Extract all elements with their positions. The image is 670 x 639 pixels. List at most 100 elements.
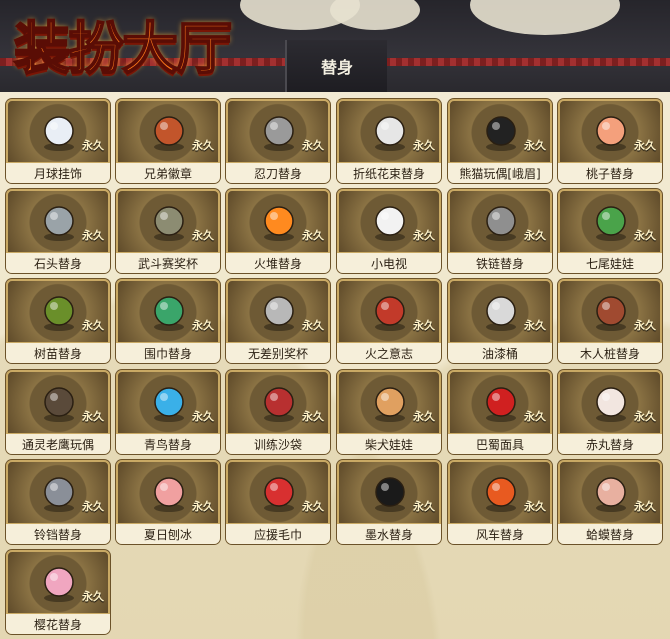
- item-card[interactable]: 永久熊猫玩偶[峨眉]: [448, 99, 552, 183]
- item-card[interactable]: 永久柴犬娃娃: [337, 370, 441, 454]
- item-name: 柴犬娃娃: [337, 433, 441, 454]
- campfire-icon: [264, 206, 294, 241]
- item-name: 熊猫玩偶[峨眉]: [448, 162, 552, 183]
- item-name: 风车替身: [448, 523, 552, 544]
- shiba-doll-icon: [375, 387, 405, 422]
- permanent-badge: 永久: [413, 139, 435, 152]
- permanent-badge: 永久: [82, 229, 104, 242]
- item-name: 折纸花束替身: [337, 162, 441, 183]
- item-card[interactable]: 永久忍刀替身: [226, 99, 330, 183]
- item-name: 蛤蟆替身: [558, 523, 662, 544]
- item-name: 墨水替身: [337, 523, 441, 544]
- paper-bouquet-icon: [375, 116, 405, 151]
- summon-eagle-icon: [44, 387, 74, 422]
- item-card[interactable]: 永久兄弟徽章: [116, 99, 220, 183]
- item-card[interactable]: 永久 月球挂饰: [6, 99, 110, 183]
- item-name: 樱花替身: [6, 613, 110, 634]
- permanent-badge: 永久: [192, 319, 214, 332]
- permanent-badge: 永久: [192, 500, 214, 513]
- item-card[interactable]: 永久 树苗替身: [6, 279, 110, 363]
- item-card[interactable]: 永久 火堆替身: [226, 189, 330, 273]
- akamaru-icon: [596, 387, 626, 422]
- permanent-badge: 永久: [524, 229, 546, 242]
- blue-bird-icon: [154, 387, 184, 422]
- item-card[interactable]: 永久樱花替身: [6, 550, 110, 634]
- item-card[interactable]: 永久 七尾娃娃: [558, 189, 662, 273]
- item-card[interactable]: 永久 油漆桶: [448, 279, 552, 363]
- item-card[interactable]: 永久 桃子替身: [558, 99, 662, 183]
- item-name: 小电视: [337, 252, 441, 273]
- scarf-icon: [154, 296, 184, 331]
- item-card[interactable]: 永久 武斗赛奖杯: [116, 189, 220, 273]
- permanent-badge: 永久: [634, 229, 656, 242]
- permanent-badge: 永久: [82, 590, 104, 603]
- shaved-ice-icon: [154, 477, 184, 512]
- iron-chain-icon: [486, 206, 516, 241]
- trophy-icon: [154, 206, 184, 241]
- item-card[interactable]: 永久 木人桩替身: [558, 279, 662, 363]
- item-name: 武斗赛奖杯: [116, 252, 220, 273]
- item-card[interactable]: 永久 青鸟替身: [116, 370, 220, 454]
- item-name: 赤丸替身: [558, 433, 662, 454]
- wooden-dummy-icon: [596, 296, 626, 331]
- permanent-badge: 永久: [192, 139, 214, 152]
- item-name: 火之意志: [337, 342, 441, 363]
- item-card[interactable]: 永久围巾替身: [116, 279, 220, 363]
- will-of-fire-icon: [375, 296, 405, 331]
- permanent-badge: 永久: [413, 229, 435, 242]
- cloud-decoration: [470, 0, 620, 35]
- page-title: 装扮大厅: [13, 15, 233, 83]
- permanent-badge: 永久: [413, 319, 435, 332]
- item-card[interactable]: 永久夏日刨冰: [116, 460, 220, 544]
- peach-icon: [596, 116, 626, 151]
- permanent-badge: 永久: [634, 319, 656, 332]
- item-card[interactable]: 永久墨水替身: [337, 460, 441, 544]
- item-name: 桃子替身: [558, 162, 662, 183]
- cheer-towel-icon: [264, 477, 294, 512]
- item-card[interactable]: 永久折纸花束替身: [337, 99, 441, 183]
- item-name: 训练沙袋: [226, 433, 330, 454]
- item-card[interactable]: 永久 通灵老鹰玩偶: [6, 370, 110, 454]
- pinwheel-icon: [486, 477, 516, 512]
- permanent-badge: 永久: [413, 500, 435, 513]
- item-card[interactable]: 永久 铁链替身: [448, 189, 552, 273]
- item-card[interactable]: 永久小电视: [337, 189, 441, 273]
- item-name: 无差别奖杯: [226, 342, 330, 363]
- item-card[interactable]: 永久石头替身: [6, 189, 110, 273]
- item-name: 兄弟徽章: [116, 162, 220, 183]
- permanent-badge: 永久: [634, 410, 656, 423]
- item-card[interactable]: 永久 蛤蟆替身: [558, 460, 662, 544]
- permanent-badge: 永久: [413, 410, 435, 423]
- item-name: 夏日刨冰: [116, 523, 220, 544]
- brother-badge-icon: [154, 116, 184, 151]
- stone-icon: [44, 206, 74, 241]
- item-card[interactable]: 永久 巴蜀面具: [448, 370, 552, 454]
- permanent-badge: 永久: [302, 410, 324, 423]
- item-card[interactable]: 永久 应援毛巾: [226, 460, 330, 544]
- tab-substitute[interactable]: 替身: [285, 40, 387, 92]
- permanent-badge: 永久: [302, 229, 324, 242]
- item-card[interactable]: 永久 铃铛替身: [6, 460, 110, 544]
- moon-ball-charm-icon: [44, 116, 74, 151]
- item-card[interactable]: 永久训练沙袋: [226, 370, 330, 454]
- item-card[interactable]: 永久 风车替身: [448, 460, 552, 544]
- cloud-decoration: [330, 0, 420, 30]
- item-name: 忍刀替身: [226, 162, 330, 183]
- ink-splash-icon: [375, 477, 405, 512]
- permanent-badge: 永久: [524, 319, 546, 332]
- item-card[interactable]: 永久 无差别奖杯: [226, 279, 330, 363]
- item-name: 月球挂饰: [6, 162, 110, 183]
- item-name: 石头替身: [6, 252, 110, 273]
- item-card[interactable]: 永久火之意志: [337, 279, 441, 363]
- bell-charm-icon: [44, 477, 74, 512]
- silver-trophy-icon: [264, 296, 294, 331]
- item-name: 通灵老鹰玩偶: [6, 433, 110, 454]
- permanent-badge: 永久: [302, 139, 324, 152]
- ninja-sword-icon: [264, 116, 294, 151]
- permanent-badge: 永久: [524, 410, 546, 423]
- hall-title: 装扮大厅: [6, 0, 286, 90]
- permanent-badge: 永久: [524, 139, 546, 152]
- item-card[interactable]: 永久赤丸替身: [558, 370, 662, 454]
- item-name: 树苗替身: [6, 342, 110, 363]
- item-name: 围巾替身: [116, 342, 220, 363]
